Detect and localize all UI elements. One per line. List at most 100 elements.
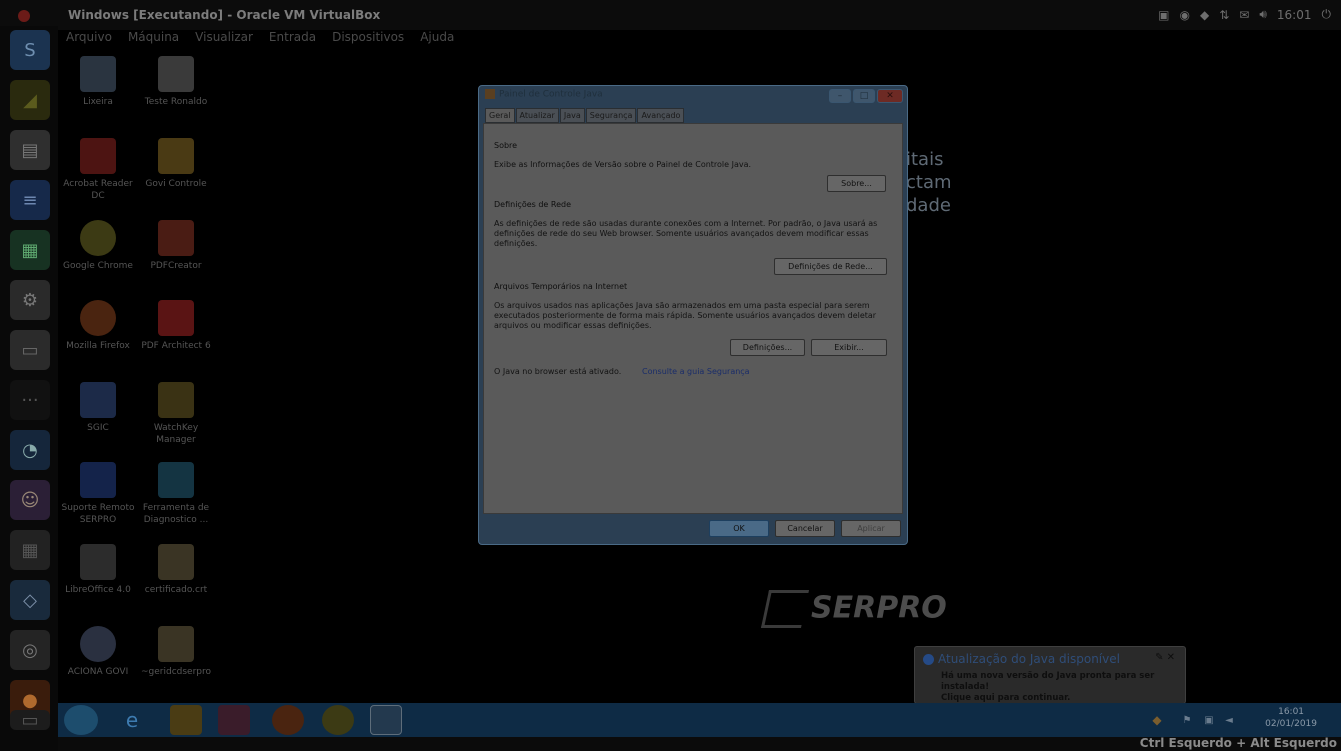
notification-close-icon[interactable]: ✎ ✕ [1155,652,1175,663]
govi-icon [158,138,194,174]
cancel-button[interactable]: Cancelar [775,520,835,537]
drive-icon[interactable]: ▭ [10,330,50,370]
section-temp-text-1: Os arquivos usados nas aplicações Java s… [494,301,870,310]
calc-icon[interactable]: ▦ [10,230,50,270]
vbox-status-bar: Ctrl Esquerdo + Alt Esquerdo [58,736,1341,751]
windows-vm-icon[interactable]: ◔ [10,430,50,470]
media-player-icon[interactable] [218,705,250,735]
writer-icon[interactable]: ≡ [10,180,50,220]
desktop-icon-certificado[interactable]: certificado.crt [136,544,216,596]
ok-button[interactable]: OK [709,520,769,537]
serpro-logo: SERPRO [760,590,947,628]
virtualbox-icon[interactable]: ◇ [10,580,50,620]
pidgin-icon[interactable]: ☺ [10,480,50,520]
desktop-icon-chrome[interactable]: Google Chrome [58,220,138,272]
tab-atualizar[interactable]: Atualizar [515,108,559,123]
desktop-icon-pdfcreator[interactable]: PDFCreator [136,220,216,272]
watchkey-icon [158,382,194,418]
desktop-icon-libreoffice[interactable]: LibreOffice 4.0 [58,544,138,596]
desktop-icon-teste-ronaldo[interactable]: Teste Ronaldo [136,56,216,108]
section-rede-text-2: definições de rede do seu Web browser. S… [494,229,869,238]
desktop-icon-suporte-remoto[interactable]: Suporte Remoto SERPRO [58,462,138,526]
tab-panel-geral: Sobre Exibe as Informações de Versão sob… [483,123,903,514]
desktop-icon-acrobat[interactable]: Acrobat Reader DC [58,138,138,202]
camera-icon[interactable]: ◎ [10,630,50,670]
java-taskbar-icon[interactable] [370,705,402,735]
windows-taskbar: e ◆ ⚑ ▣ ◄ 16:01 02/01/2019 [58,703,1341,737]
libreoffice-icon [80,544,116,580]
serpro-mark-icon [760,590,810,628]
notification-title: Atualização do Java disponível [923,652,1120,666]
section-temp-heading: Arquivos Temporários na Internet [494,282,628,291]
network-indicator-icon[interactable]: ⇅ [1219,8,1229,22]
desktop-icon-aciona-govi[interactable]: ACIONA GOVI [58,626,138,678]
keyboard-indicator-icon[interactable]: ▣ [1158,8,1169,22]
tab-avancado[interactable]: Avançado [637,108,685,123]
section-temp-text-2: executados posteriormente de forma mais … [494,311,877,320]
exibir-button[interactable]: Exibir... [811,339,887,356]
java-icon [485,89,495,99]
desktop-icon-sgic[interactable]: SGIC [58,382,138,434]
unity-launcher: S ◢ ▤ ≡ ▦ ⚙ ▭ ··· ◔ ☺ ▦ ◇ ◎ ● ▭ [0,26,58,751]
chrome-taskbar-icon[interactable] [322,705,354,735]
menu-dispositivos[interactable]: Dispositivos [328,30,408,50]
tab-java[interactable]: Java [559,108,585,123]
tab-seguranca[interactable]: Segurança [585,108,637,123]
desktop-icon-ferramenta-diagnostico[interactable]: Ferramenta de Diagnostico ... [136,462,216,526]
menu-arquivo[interactable]: Arquivo [62,30,116,50]
trash-launcher-icon[interactable]: ▭ [10,710,50,731]
java-tray-icon[interactable]: ◆ [1148,705,1166,735]
robot-icon [80,626,116,662]
power-indicator-icon[interactable]: ⏻ [1322,7,1332,22]
desktop-icon-watchkey[interactable]: WatchKey Manager [136,382,216,446]
dash-icon[interactable]: S [10,30,50,70]
certificate-icon [158,626,194,662]
minimize-button[interactable]: – [829,89,851,103]
sgic-icon [80,382,116,418]
volume-indicator-icon[interactable]: 🔊︎ [1259,7,1267,22]
flag-tray-icon[interactable]: ⚑ [1178,705,1196,735]
menu-visualizar[interactable]: Visualizar [191,30,257,50]
menu-maquina[interactable]: Máquina [124,30,183,50]
desktop-icon-lixeira[interactable]: Lixeira [58,56,138,108]
window-title: Windows [Executando] - Oracle VM Virtual… [68,8,381,22]
chrome-indicator-icon[interactable]: ◉ [1180,8,1190,22]
tab-geral[interactable]: Geral [485,108,515,123]
window-close-button[interactable] [18,10,30,22]
app-launcher-icon-1[interactable]: ◢ [10,80,50,120]
clock-indicator[interactable]: 16:01 [1277,8,1312,22]
sobre-button[interactable]: Sobre... [827,175,886,192]
section-rede-heading: Definições de Rede [494,200,572,209]
taskbar-clock[interactable]: 16:01 02/01/2019 [1265,706,1317,730]
desktop-icon-pdf-architect[interactable]: PDF Architect 6 [136,300,216,352]
menu-entrada[interactable]: Entrada [265,30,320,50]
section-rede-text-1: As definições de rede são usadas durante… [494,219,878,228]
security-tab-link[interactable]: Consulte a guia Segurança [642,367,750,377]
desktop-icon-firefox[interactable]: Mozilla Firefox [58,300,138,352]
definicoes-temp-button[interactable]: Definições... [730,339,805,356]
java-update-notification[interactable]: Atualização do Java disponível ✎ ✕ Há um… [914,646,1186,704]
close-button[interactable]: ✕ [877,89,903,103]
settings-icon[interactable]: ⚙ [10,280,50,320]
ie-icon[interactable]: e [116,705,148,735]
document-icon [158,56,194,92]
files-icon[interactable]: ▤ [10,130,50,170]
menu-ajuda[interactable]: Ajuda [416,30,458,50]
desktop-icon-geridcdserpro[interactable]: ~geridcdserpro [136,626,216,678]
start-button-icon[interactable] [64,705,98,735]
dropbox-indicator-icon[interactable]: ◆ [1200,8,1209,22]
browser-status-text: O Java no browser está ativado. [494,367,622,376]
explorer-icon[interactable] [170,705,202,735]
calculator-icon[interactable]: ▦ [10,530,50,570]
volume-tray-icon[interactable]: ◄ [1220,705,1238,735]
definicoes-rede-button[interactable]: Definições de Rede... [774,258,887,275]
network-tray-icon[interactable]: ▣ [1200,705,1218,735]
desktop-icon-govi-controle[interactable]: Govi Controle [136,138,216,190]
apply-button[interactable]: Aplicar [841,520,901,537]
maximize-button[interactable]: □ [853,89,875,103]
mail-indicator-icon[interactable]: ✉ [1239,8,1249,22]
firefox-taskbar-icon[interactable] [272,705,304,735]
chrome-icon [80,220,116,256]
firefox-icon [80,300,116,336]
section-sobre-text: Exibe as Informações de Versão sobre o P… [494,160,752,169]
